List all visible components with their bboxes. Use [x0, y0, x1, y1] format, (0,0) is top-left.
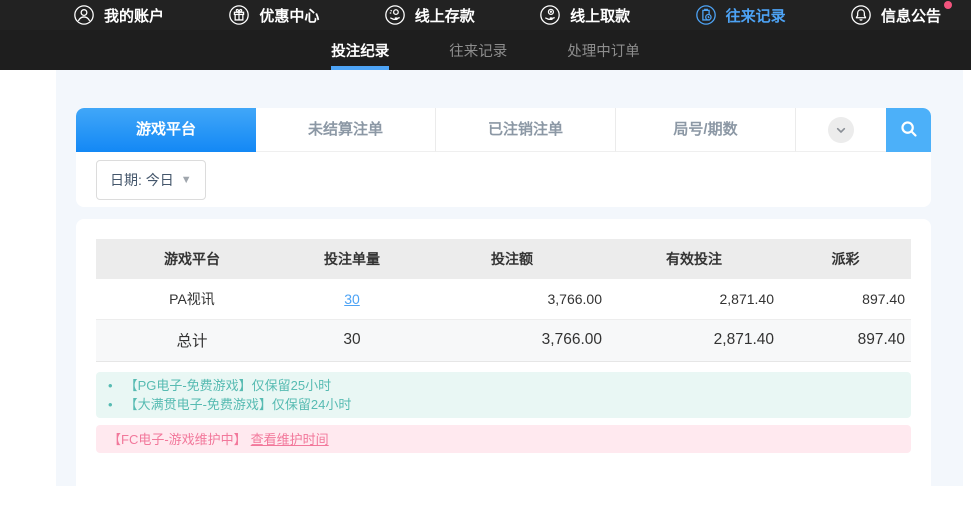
- sub-navbar: 投注纪录 往来记录 处理中订单: [0, 30, 971, 70]
- col-header-valid-bets: 有效投注: [608, 239, 780, 279]
- search-button[interactable]: [886, 108, 931, 152]
- col-header-payout: 派彩: [780, 239, 911, 279]
- tab-unsettled-bets[interactable]: 未结算注单: [256, 108, 436, 152]
- nav-label: 往来记录: [726, 5, 786, 26]
- nav-label: 线上取款: [570, 5, 630, 26]
- user-icon: [73, 4, 95, 26]
- total-valid-bets: 2,871.40: [608, 319, 780, 361]
- date-filter-label: 日期: 今日: [110, 170, 174, 190]
- filter-tabbar: 游戏平台 未结算注单 已注销注单 局号/期数: [76, 108, 931, 152]
- tab-cancelled-bets[interactable]: 已注销注单: [436, 108, 616, 152]
- note-text: 【大满贯电子-免费游戏】仅保留24小时: [125, 395, 352, 414]
- nav-announcements[interactable]: 信息公告: [850, 4, 941, 26]
- nav-deposit[interactable]: 线上存款: [384, 4, 475, 26]
- records-table: 游戏平台 投注单量 投注额 有效投注 派彩 PA视讯 30 3,766.00 2…: [96, 239, 911, 362]
- nav-label: 线上存款: [415, 5, 475, 26]
- date-filter-button[interactable]: 日期: 今日 ▼: [96, 160, 206, 200]
- chevron-down-icon: [828, 117, 854, 143]
- total-row: 总计 30 3,766.00 2,871.40 897.40: [96, 319, 911, 361]
- cell-bet-amount: 3,766.00: [416, 279, 608, 319]
- note-item: • 【PG电子-免费游戏】仅保留25小时: [108, 376, 899, 395]
- gift-icon: [228, 4, 250, 26]
- col-header-bet-amount: 投注额: [416, 239, 608, 279]
- nav-label: 信息公告: [881, 5, 941, 26]
- col-header-bet-count: 投注单量: [288, 239, 416, 279]
- cell-valid-bets: 2,871.40: [608, 279, 780, 319]
- total-bet-amount: 3,766.00: [416, 319, 608, 361]
- nav-promotions[interactable]: 优惠中心: [228, 4, 319, 26]
- deposit-icon: [384, 4, 406, 26]
- caret-down-icon: ▼: [181, 174, 192, 186]
- cell-platform: PA视讯: [96, 279, 288, 319]
- table-header-row: 游戏平台 投注单量 投注额 有效投注 派彩: [96, 239, 911, 279]
- tab-round-period[interactable]: 局号/期数: [616, 108, 796, 152]
- note-text: 【PG电子-免费游戏】仅保留25小时: [125, 376, 332, 395]
- more-tabs-button[interactable]: [796, 108, 886, 152]
- note-item: • 【大满贯电子-免费游戏】仅保留24小时: [108, 395, 899, 414]
- table-row: PA视讯 30 3,766.00 2,871.40 897.40: [96, 279, 911, 319]
- total-label: 总计: [96, 319, 288, 361]
- nav-label: 我的账户: [104, 5, 164, 26]
- cell-bet-count: 30: [288, 279, 416, 319]
- bullet-icon: •: [108, 376, 113, 395]
- nav-my-account[interactable]: 我的账户: [73, 4, 164, 26]
- tab-game-platform[interactable]: 游戏平台: [76, 108, 256, 152]
- subnav-tab-bet-records[interactable]: 投注纪录: [331, 30, 389, 70]
- records-icon: [695, 4, 717, 26]
- nav-label: 优惠中心: [259, 5, 319, 26]
- retention-notes: • 【PG电子-免费游戏】仅保留25小时 • 【大满贯电子-免费游戏】仅保留24…: [96, 372, 911, 418]
- search-icon: [898, 118, 920, 143]
- nav-withdraw[interactable]: 线上取款: [539, 4, 630, 26]
- bet-count-link[interactable]: 30: [344, 291, 360, 307]
- nav-transaction-records[interactable]: 往来记录: [695, 4, 786, 26]
- withdraw-icon: [539, 4, 561, 26]
- records-card: 游戏平台 投注单量 投注额 有效投注 派彩 PA视讯 30 3,766.00 2…: [76, 219, 931, 519]
- subnav-tab-transaction-records[interactable]: 往来记录: [449, 30, 507, 70]
- maintenance-notice: 【FC电子-游戏维护中】 查看维护时间: [96, 425, 911, 453]
- total-payout: 897.40: [780, 319, 911, 361]
- col-header-platform: 游戏平台: [96, 239, 288, 279]
- content-area: 游戏平台 未结算注单 已注销注单 局号/期数 日期: 今日 ▼: [56, 70, 963, 486]
- maintenance-link[interactable]: 查看维护时间: [251, 429, 329, 448]
- subnav-tab-processing-orders[interactable]: 处理中订单: [567, 30, 640, 70]
- cell-payout: 897.40: [780, 279, 911, 319]
- bell-icon: [850, 4, 872, 26]
- notification-dot: [944, 1, 952, 9]
- filter-bar: 日期: 今日 ▼: [76, 152, 931, 207]
- top-navbar: 我的账户 优惠中心 线上存款 线上取款: [0, 0, 971, 30]
- bullet-icon: •: [108, 395, 113, 414]
- maintenance-text: 【FC电子-游戏维护中】: [108, 429, 247, 448]
- total-bet-count: 30: [288, 319, 416, 361]
